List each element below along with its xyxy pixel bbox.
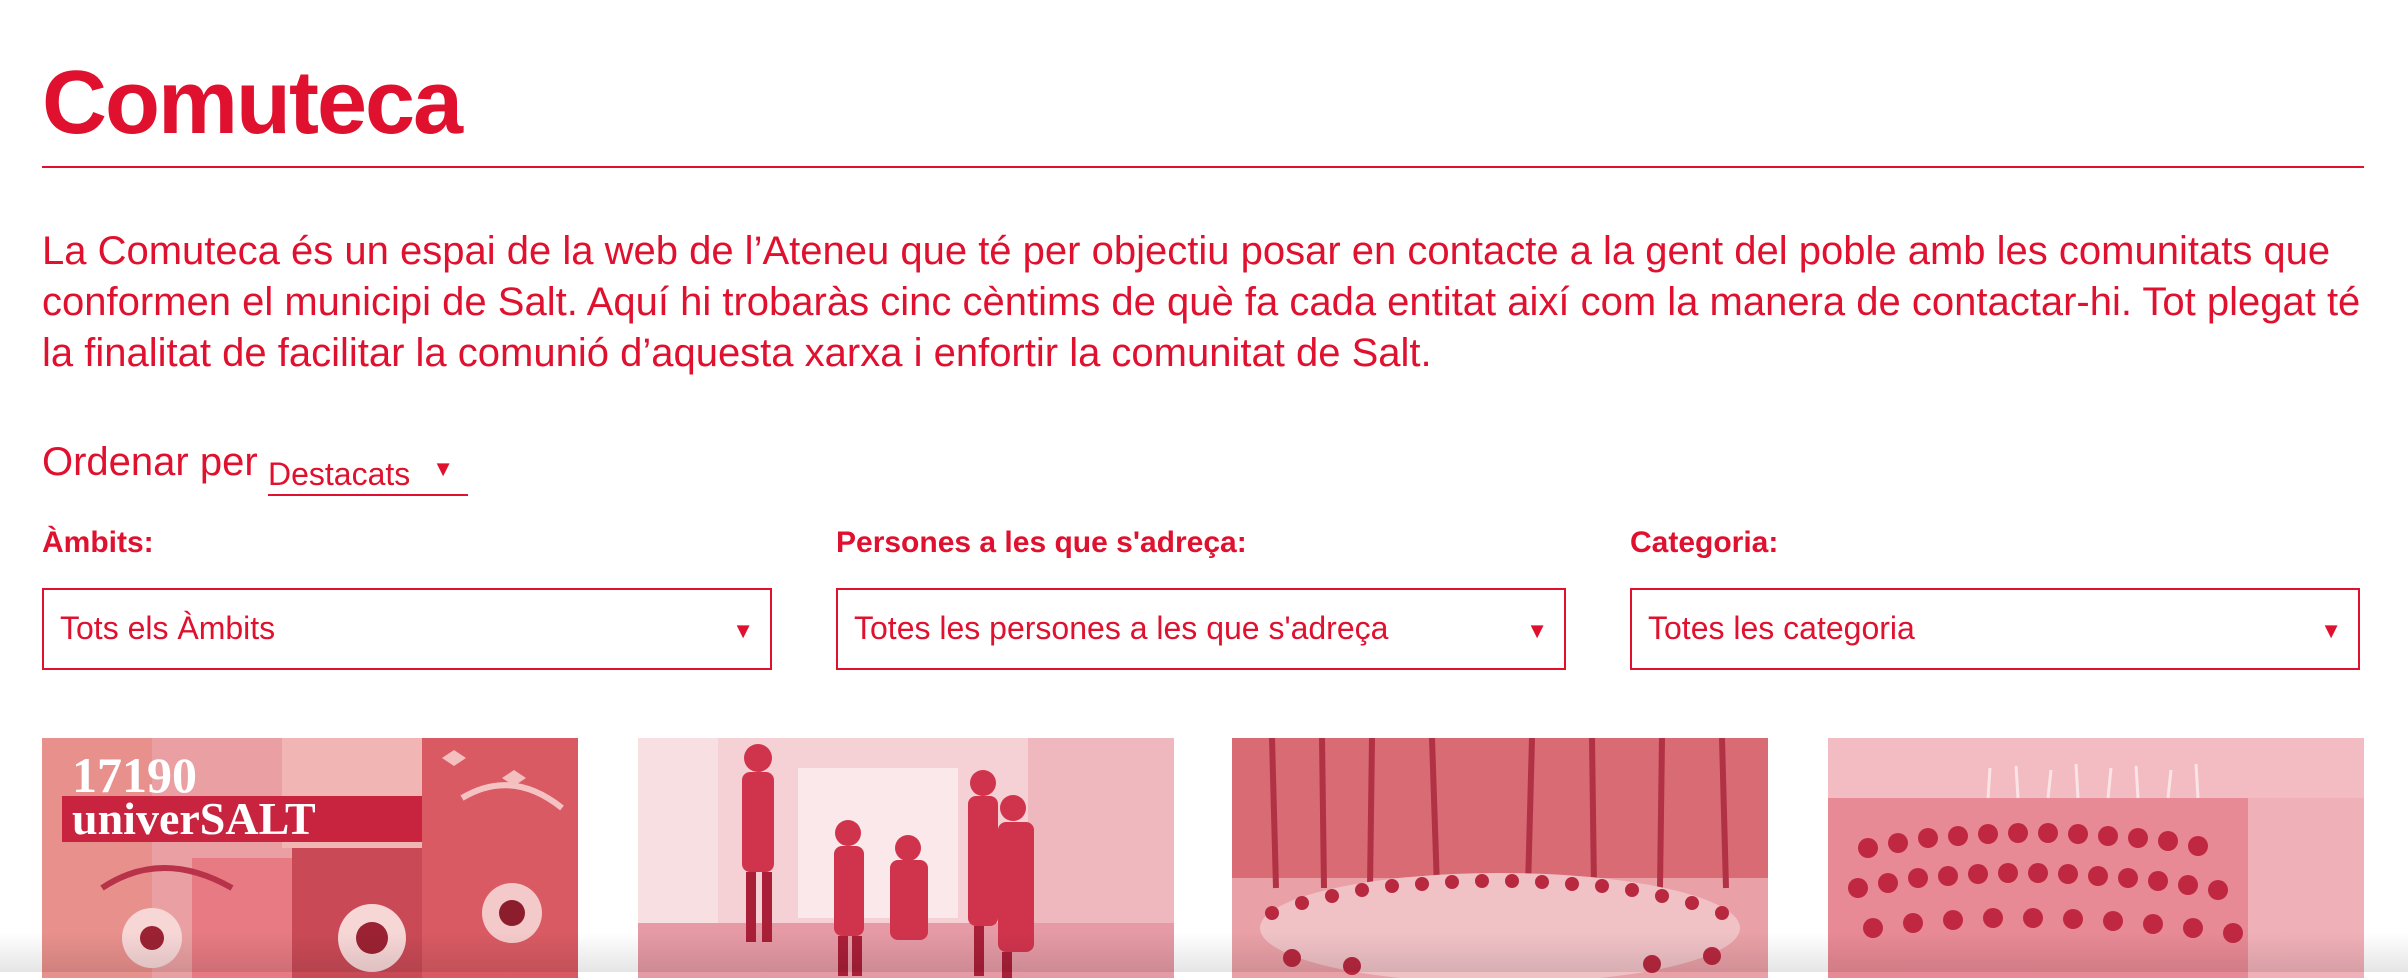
sort-select-value: Destacats <box>268 456 411 492</box>
community-card-1[interactable]: 17190 univerSALT <box>42 738 578 978</box>
community-card-4[interactable] <box>1828 738 2364 978</box>
filter-categoria-value: Totes les categoria <box>1648 610 1915 646</box>
filter-ambits-select[interactable]: Tots els Àmbits ▼ <box>42 588 772 670</box>
page-title: Comuteca <box>42 53 463 153</box>
title-divider <box>42 166 2364 168</box>
intro-paragraph: La Comuteca és un espai de la web de l’A… <box>42 229 2361 375</box>
filter-categoria-label: Categoria: <box>1630 526 1779 559</box>
caret-down-icon: ▼ <box>2320 618 2342 643</box>
card-image-text-2: univerSALT <box>72 793 316 844</box>
filter-ambits-label: Àmbits: <box>42 526 154 559</box>
community-card-2[interactable] <box>638 738 1174 978</box>
filter-persones-label: Persones a les que s'adreça: <box>836 526 1247 559</box>
filter-categoria-select[interactable]: Totes les categoria ▼ <box>1630 588 2360 670</box>
caret-down-icon: ▼ <box>1526 618 1548 643</box>
card-image-illustration: 17190 univerSALT <box>42 738 578 978</box>
filter-ambits-value: Tots els Àmbits <box>60 610 276 646</box>
caret-down-icon: ▼ <box>732 618 754 643</box>
filter-persones-select[interactable]: Totes les persones a les que s'adreça ▼ <box>836 588 1566 670</box>
card-image-photo-room <box>638 738 1174 978</box>
caret-down-icon: ▼ <box>432 456 454 481</box>
sort-label: Ordenar per <box>42 440 258 484</box>
filter-persones-value: Totes les persones a les que s'adreça <box>854 610 1389 646</box>
card-image-photo-group <box>1828 738 2364 978</box>
card-image-photo-forest <box>1232 738 1768 978</box>
sort-select[interactable]: Destacats ▼ <box>268 454 468 496</box>
community-card-3[interactable] <box>1232 738 1768 978</box>
